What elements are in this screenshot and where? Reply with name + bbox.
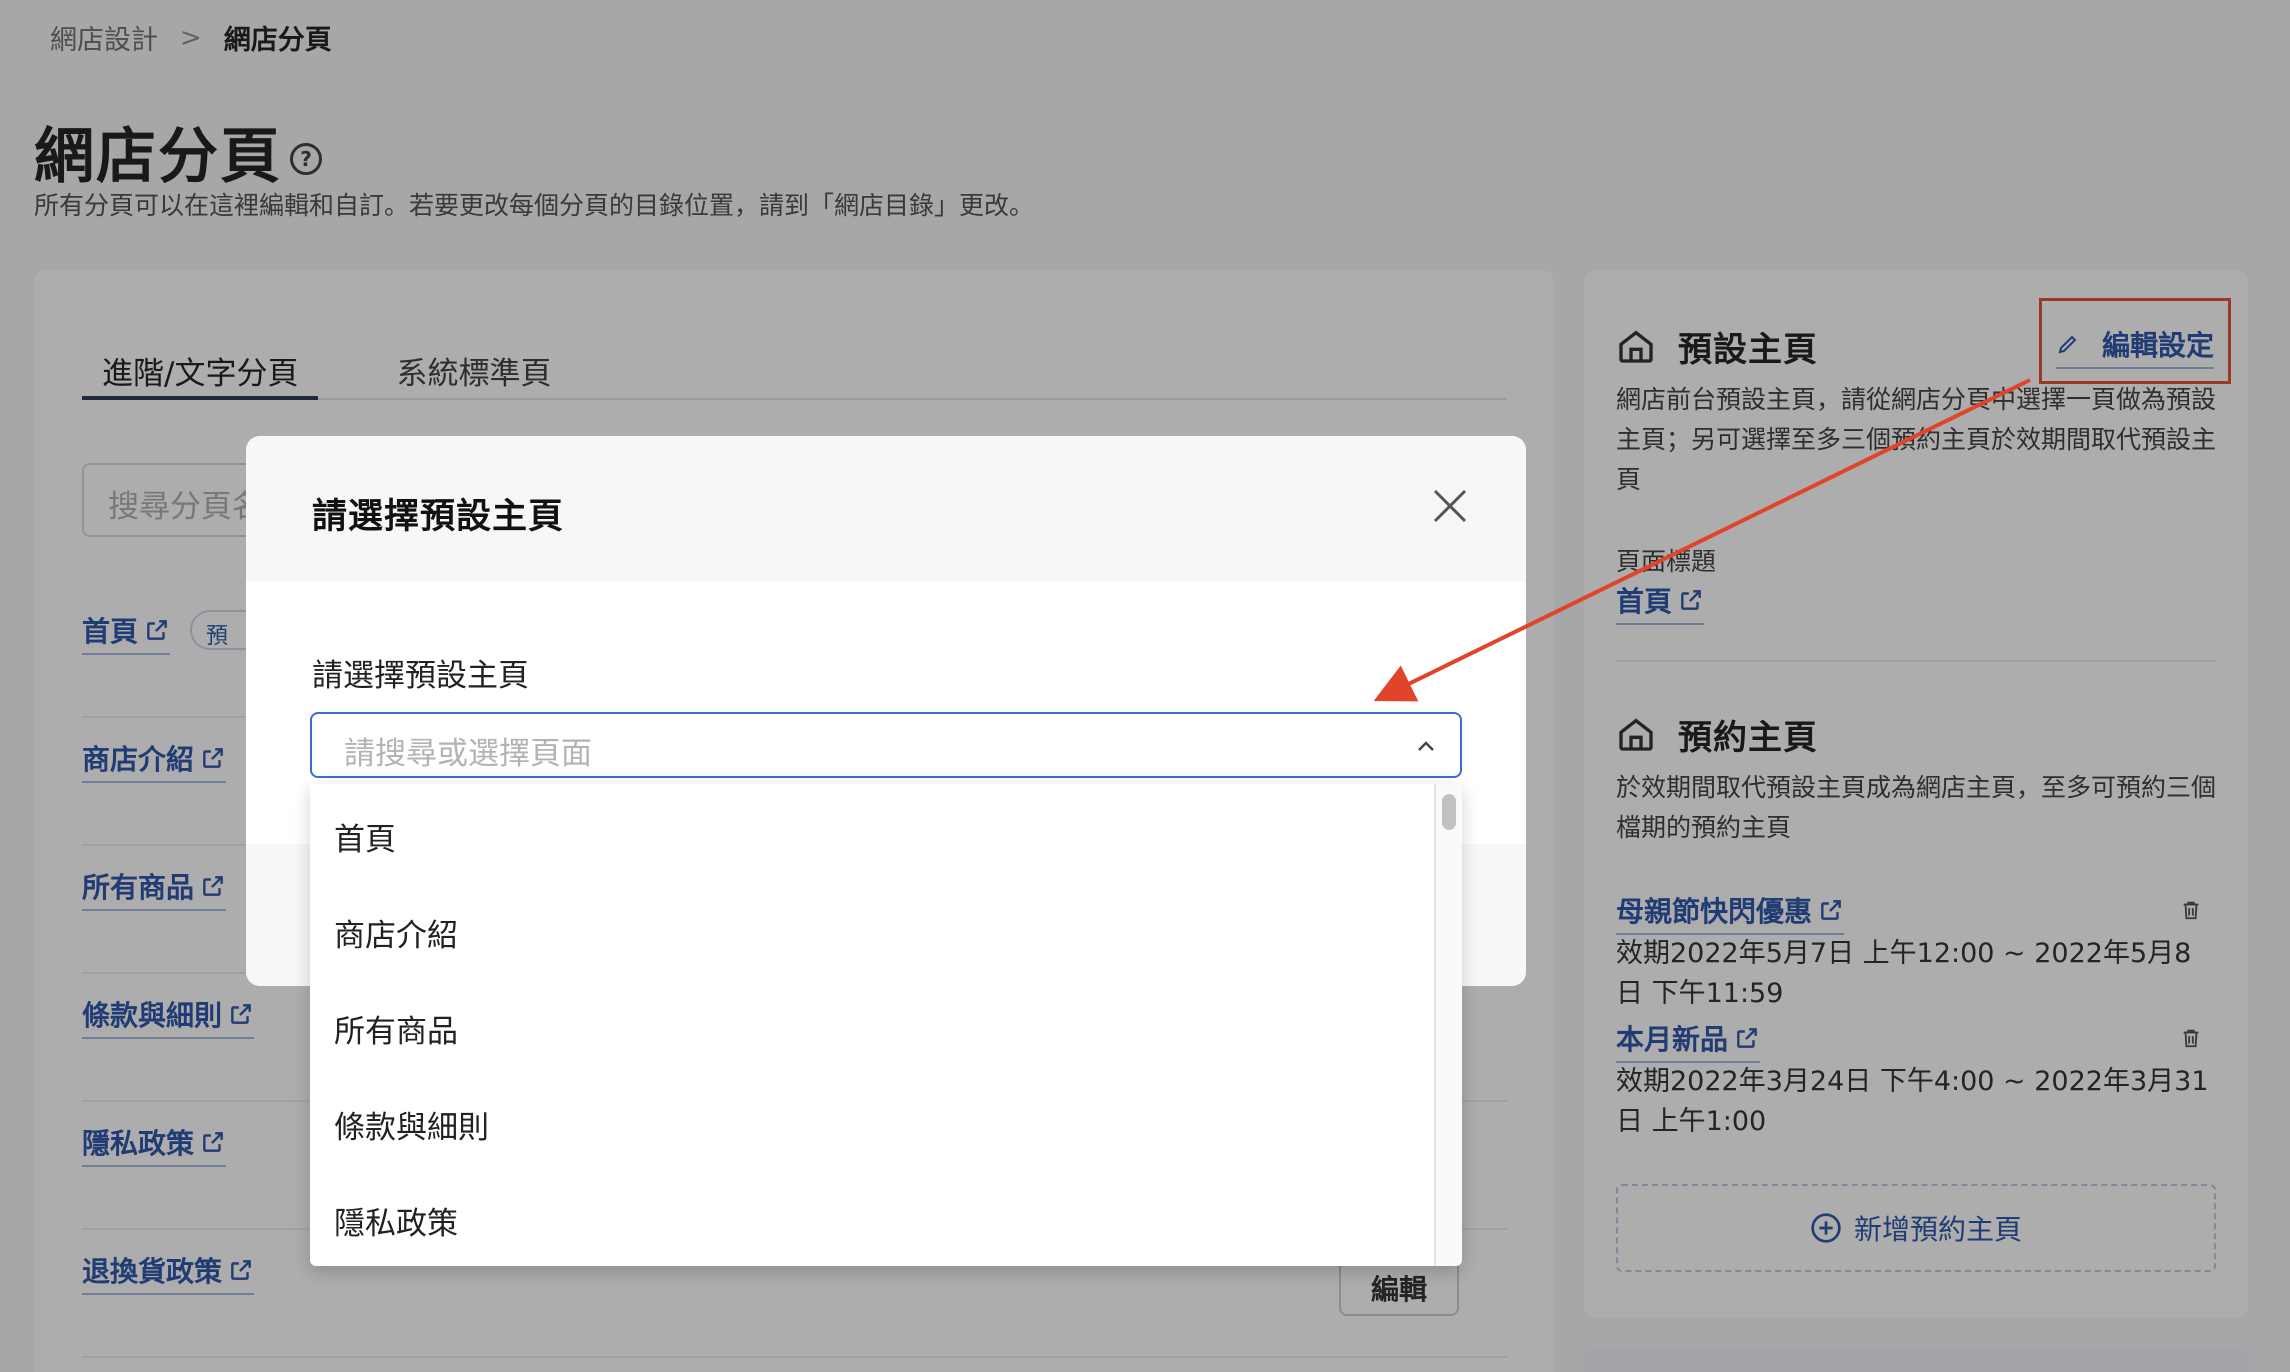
annotation-arrow (1373, 378, 2031, 702)
page: 網店設計 > 網店分頁 網店分頁 ? 所有分頁可以在這裡編輯和自訂。若要更改每個… (0, 0, 2290, 1372)
annotation-arrow-line (1373, 378, 2031, 702)
